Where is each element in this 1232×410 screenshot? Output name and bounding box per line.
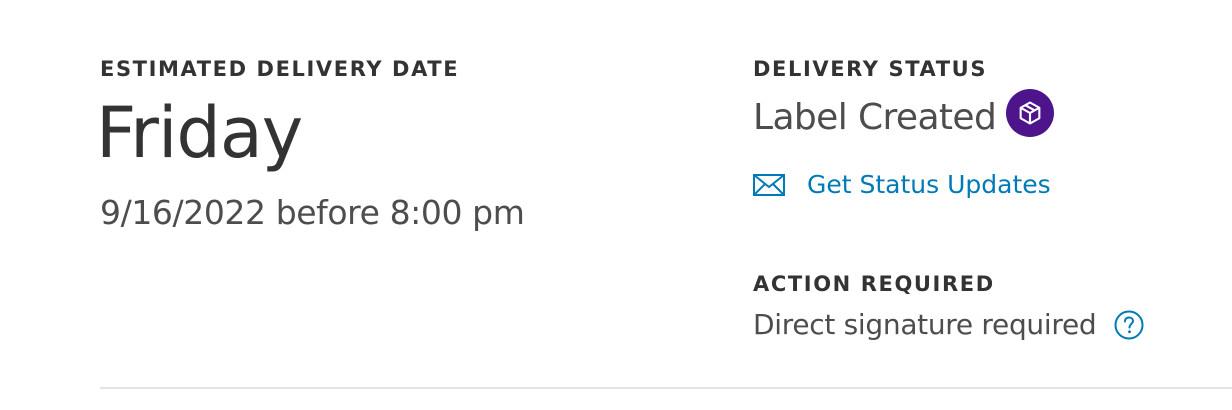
envelope-icon	[753, 173, 785, 196]
get-status-updates-label[interactable]: Get Status Updates	[807, 170, 1051, 199]
action-required-heading: ACTION REQUIRED	[753, 272, 995, 296]
get-status-updates-link[interactable]: Get Status Updates	[753, 170, 1051, 199]
delivery-day: Friday	[96, 92, 303, 174]
section-divider	[100, 387, 1232, 389]
delivery-status-row: Label Created	[753, 88, 1055, 138]
package-icon	[1006, 88, 1055, 137]
action-required-text: Direct signature required	[753, 308, 1097, 341]
delivery-status-heading: DELIVERY STATUS	[753, 57, 988, 81]
delivery-date-time: 9/16/2022 before 8:00 pm	[100, 193, 525, 232]
action-required-row: Direct signature required	[753, 308, 1144, 341]
help-circle-icon[interactable]	[1114, 310, 1144, 340]
delivery-status-text: Label Created	[753, 97, 997, 138]
estimated-delivery-heading: ESTIMATED DELIVERY DATE	[100, 57, 460, 81]
